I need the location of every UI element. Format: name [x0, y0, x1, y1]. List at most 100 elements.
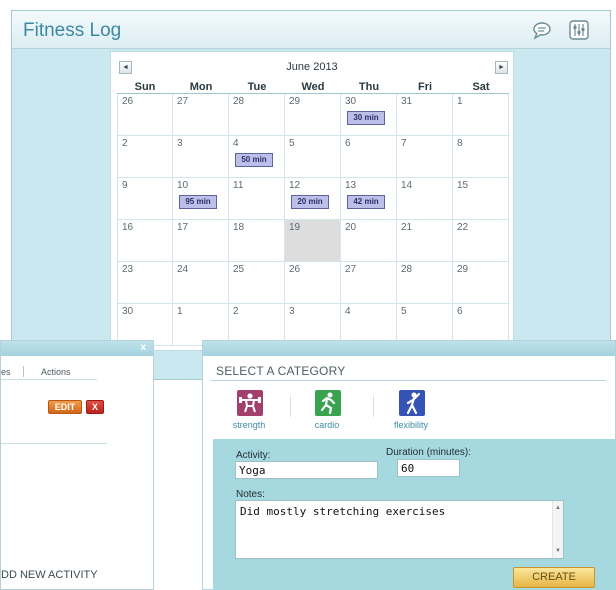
category-separator — [373, 395, 374, 417]
duration-input[interactable]: 60 — [397, 459, 460, 477]
column-header-partial: es — [1, 367, 11, 377]
calendar-day[interactable]: 26 — [117, 94, 173, 136]
day-number: 2 — [122, 138, 128, 149]
close-panel-button[interactable]: x — [140, 342, 146, 353]
activity-label: Activity: — [236, 450, 271, 461]
calendar-day[interactable]: 26 — [285, 262, 341, 304]
settings-icon[interactable] — [568, 19, 590, 41]
day-number: 27 — [177, 96, 189, 107]
calendar-day[interactable]: 29 — [453, 262, 509, 304]
app-title: Fitness Log — [23, 20, 122, 41]
calendar-day[interactable]: 27 — [341, 262, 397, 304]
calendar-week: 23 24 25 26 27 28 29 — [117, 262, 509, 304]
scroll-down-icon[interactable]: ▼ — [555, 548, 561, 554]
column-header-actions: Actions — [41, 367, 71, 377]
calendar-day[interactable]: 18 — [229, 220, 285, 262]
calendar-week: 16 17 18 19 20 21 22 — [117, 220, 509, 262]
category-strength[interactable]: strength — [219, 390, 279, 432]
header-bar: Fitness Log — [12, 11, 610, 49]
calendar-day[interactable]: 14 — [397, 178, 453, 220]
chat-icon[interactable] — [531, 19, 553, 41]
calendar-day[interactable]: 6 — [341, 136, 397, 178]
day-number: 28 — [401, 264, 413, 275]
day-number: 13 — [345, 180, 357, 191]
calendar-day[interactable]: 29 — [285, 94, 341, 136]
calendar-day[interactable]: 30 30 min — [341, 94, 397, 136]
workout-duration-badge[interactable]: 50 min — [235, 153, 273, 167]
day-number: 11 — [233, 180, 244, 191]
calendar-day[interactable]: 22 — [453, 220, 509, 262]
calendar-day[interactable]: 12 20 min — [285, 178, 341, 220]
calendar-day[interactable]: 23 — [117, 262, 173, 304]
workout-duration-badge[interactable]: 20 min — [291, 195, 329, 209]
workout-duration-badge[interactable]: 42 min — [347, 195, 385, 209]
calendar-day[interactable]: 15 — [453, 178, 509, 220]
day-number: 23 — [122, 264, 134, 275]
column-header-row: es Actions — [1, 366, 97, 380]
category-title: SELECT A CATEGORY — [216, 364, 346, 378]
category-separator — [290, 395, 291, 417]
calendar-day[interactable]: 27 — [173, 94, 229, 136]
category-cardio[interactable]: cardio — [297, 390, 357, 432]
day-number: 9 — [122, 180, 128, 191]
duration-label: Duration (minutes): — [386, 447, 472, 458]
scroll-up-icon[interactable]: ▲ — [555, 505, 561, 511]
notes-label: Notes: — [236, 489, 265, 500]
day-number: 30 — [122, 306, 134, 317]
activity-list-panel: x es Actions EDIT X DD NEW ACTIVITY — [0, 340, 154, 590]
runner-icon — [315, 390, 341, 416]
category-panel-header — [203, 341, 615, 356]
calendar-day-today[interactable]: 19 — [285, 220, 341, 262]
calendar-day[interactable]: 24 — [173, 262, 229, 304]
category-flexibility[interactable]: flexibility — [381, 390, 441, 432]
next-month-button[interactable]: ► — [495, 61, 508, 74]
calendar-day[interactable]: 20 — [341, 220, 397, 262]
calendar-day[interactable]: 17 — [173, 220, 229, 262]
day-number: 25 — [233, 264, 245, 275]
calendar-day[interactable]: 25 — [229, 262, 285, 304]
calendar-day[interactable]: 1 — [453, 94, 509, 136]
calendar-day[interactable]: 10 95 min — [173, 178, 229, 220]
weekday-fri: Fri — [417, 81, 433, 93]
notes-textarea[interactable]: Did mostly stretching exercises ▲ ▼ — [235, 500, 564, 559]
calendar-day[interactable]: 5 — [285, 136, 341, 178]
calendar: ◄ June 2013 ► Sun Mon Tue Wed Thu Fri Sat 26 27… — [110, 51, 514, 351]
calendar-day[interactable]: 2 — [117, 136, 173, 178]
edit-button[interactable]: EDIT — [48, 400, 82, 414]
calendar-day[interactable]: 13 42 min — [341, 178, 397, 220]
calendar-week: 9 10 95 min 11 12 20 min 13 42 min 14 15 — [117, 178, 509, 220]
day-number: 5 — [401, 306, 407, 317]
calendar-day[interactable]: 7 — [397, 136, 453, 178]
calendar-day[interactable]: 28 — [397, 262, 453, 304]
day-number: 12 — [289, 180, 301, 191]
calendar-day[interactable]: 16 — [117, 220, 173, 262]
calendar-day[interactable]: 8 — [453, 136, 509, 178]
calendar-day[interactable]: 21 — [397, 220, 453, 262]
calendar-day[interactable]: 31 — [397, 94, 453, 136]
category-label-flexibility: flexibility — [393, 420, 428, 430]
delete-button[interactable]: X — [86, 400, 104, 414]
day-number: 22 — [457, 222, 469, 233]
day-number: 1 — [177, 306, 183, 317]
calendar-day[interactable]: 4 50 min — [229, 136, 285, 178]
create-button[interactable]: CREATE — [513, 567, 595, 588]
day-number: 15 — [457, 180, 469, 191]
notes-scrollbar[interactable]: ▲ ▼ — [552, 501, 563, 558]
calendar-day[interactable]: 11 — [229, 178, 285, 220]
add-new-activity-link[interactable]: DD NEW ACTIVITY — [1, 569, 98, 581]
calendar-nav: ◄ June 2013 ► — [116, 61, 508, 77]
day-number: 16 — [122, 222, 134, 233]
day-number: 29 — [457, 264, 469, 275]
workout-duration-badge[interactable]: 30 min — [347, 111, 385, 125]
calendar-day[interactable]: 28 — [229, 94, 285, 136]
category-label-cardio: cardio — [314, 420, 340, 430]
calendar-day[interactable]: 3 — [173, 136, 229, 178]
day-number: 31 — [401, 96, 413, 107]
activity-input[interactable]: Yoga — [235, 461, 378, 479]
workout-duration-badge[interactable]: 95 min — [179, 195, 217, 209]
day-number: 6 — [345, 138, 351, 149]
calendar-day[interactable]: 9 — [117, 178, 173, 220]
activity-form: Activity: Duration (minutes): Yoga 60 No… — [213, 439, 616, 590]
weekday-thu: Thu — [358, 81, 380, 93]
day-number: 26 — [289, 264, 301, 275]
